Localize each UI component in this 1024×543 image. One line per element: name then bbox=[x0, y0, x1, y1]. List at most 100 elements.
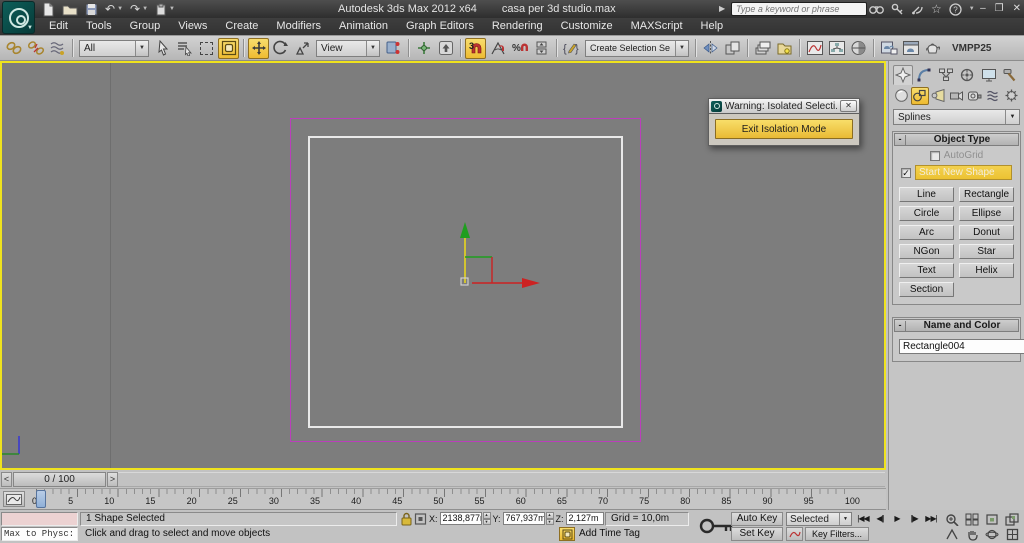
set-key-button[interactable]: Set Key bbox=[731, 527, 783, 541]
next-frame-arrow[interactable]: > bbox=[107, 472, 118, 487]
zoom-extents-icon[interactable] bbox=[983, 512, 1001, 526]
motion-tab[interactable] bbox=[958, 65, 978, 85]
reference-coordinate-system-dropdown[interactable]: View ▼ bbox=[316, 40, 380, 57]
object-type-button[interactable]: NGon bbox=[899, 244, 954, 259]
time-slider-handle[interactable]: 0 / 100 bbox=[13, 472, 106, 487]
undo-icon[interactable]: ↶▼ bbox=[105, 2, 123, 16]
object-type-button[interactable]: Line bbox=[899, 187, 954, 202]
menu-item[interactable]: Graph Editors bbox=[397, 18, 483, 35]
dialog-close-icon[interactable]: ✕ bbox=[840, 100, 857, 112]
playback-button[interactable]: ▶▶| bbox=[923, 512, 939, 526]
menu-item[interactable]: Group bbox=[121, 18, 170, 35]
name-and-color-rollout-header[interactable]: - Name and Color bbox=[894, 319, 1019, 332]
select-and-link-icon[interactable] bbox=[3, 38, 24, 59]
create-tab[interactable] bbox=[893, 65, 913, 85]
favorites-star-icon[interactable]: ☆ bbox=[931, 2, 942, 16]
restore-button[interactable]: ❐ bbox=[995, 3, 1004, 14]
project-folder-icon[interactable]: ▼ bbox=[155, 3, 175, 16]
rectangular-selection-region-icon[interactable] bbox=[196, 38, 217, 59]
default-in-out-tangents-icon[interactable] bbox=[786, 527, 803, 541]
select-and-manipulate-button[interactable] bbox=[413, 38, 434, 59]
angle-snap-toggle[interactable] bbox=[487, 38, 508, 59]
menu-item[interactable]: Create bbox=[216, 18, 267, 35]
search-binoculars-icon[interactable] bbox=[869, 3, 884, 15]
macro-recorder-box[interactable] bbox=[1, 512, 78, 526]
gizmo-x-arrowhead[interactable] bbox=[522, 278, 540, 288]
keyboard-shortcut-override-toggle[interactable] bbox=[435, 38, 456, 59]
start-new-shape-checkbox[interactable]: ✓ bbox=[901, 168, 911, 178]
material-editor-button[interactable] bbox=[848, 38, 869, 59]
z-coordinate-field[interactable]: 2,127m bbox=[566, 512, 604, 525]
zoom-extents-all-icon[interactable] bbox=[1003, 512, 1021, 526]
menu-item[interactable]: Animation bbox=[330, 18, 397, 35]
dialog-titlebar[interactable]: Warning: Isolated Selecti... ✕ bbox=[708, 98, 860, 114]
dropdown-arrow-icon[interactable]: ▼ bbox=[675, 41, 688, 56]
selection-lock-icon[interactable] bbox=[400, 512, 413, 526]
object-type-rollout-header[interactable]: - Object Type bbox=[894, 133, 1019, 146]
open-file-icon[interactable] bbox=[62, 3, 78, 16]
menu-item[interactable]: Rendering bbox=[483, 18, 552, 35]
rendered-frame-window-button[interactable] bbox=[900, 38, 921, 59]
unlink-selection-icon[interactable] bbox=[25, 38, 46, 59]
start-new-shape-label[interactable]: Start New Shape bbox=[915, 165, 1012, 180]
select-object-icon[interactable] bbox=[152, 38, 173, 59]
shape-category-dropdown[interactable]: Splines ▼ bbox=[893, 109, 1020, 125]
bind-to-space-warp-icon[interactable] bbox=[47, 38, 68, 59]
dropdown-arrow-icon[interactable]: ▼ bbox=[839, 513, 851, 525]
percent-snap-toggle[interactable]: % bbox=[509, 38, 530, 59]
curve-editor-button[interactable] bbox=[804, 38, 825, 59]
project-flyout-arrow[interactable]: ▼ bbox=[169, 6, 175, 12]
object-type-button[interactable]: Rectangle bbox=[959, 187, 1014, 202]
menu-item[interactable]: Modifiers bbox=[267, 18, 330, 35]
new-scene-icon[interactable] bbox=[42, 2, 55, 17]
display-tab[interactable] bbox=[979, 65, 999, 85]
infocenter-flyout-arrow[interactable]: ▶ bbox=[719, 4, 725, 13]
named-selection-sets-dropdown[interactable]: Create Selection Se ▼ bbox=[585, 40, 689, 57]
object-type-button[interactable]: Circle bbox=[899, 206, 954, 221]
select-by-name-icon[interactable] bbox=[174, 38, 195, 59]
systems-subtab[interactable] bbox=[1003, 87, 1020, 105]
manage-layers-button[interactable] bbox=[752, 38, 773, 59]
time-slider-track[interactable] bbox=[118, 472, 885, 487]
menu-item[interactable]: Tools bbox=[77, 18, 121, 35]
playback-button[interactable]: ◀|| bbox=[872, 512, 888, 526]
maximize-viewport-toggle-icon[interactable] bbox=[1003, 527, 1021, 541]
utilities-tab[interactable] bbox=[1001, 65, 1021, 85]
playback-button[interactable]: ||▶ bbox=[906, 512, 922, 526]
edit-named-selection-sets-button[interactable]: {} bbox=[561, 38, 582, 59]
x-spinner[interactable]: ▲▼ bbox=[483, 512, 491, 525]
menu-item[interactable]: MAXScript bbox=[622, 18, 692, 35]
object-type-button[interactable]: Star bbox=[959, 244, 1014, 259]
help-icon[interactable]: ? bbox=[949, 3, 962, 16]
menu-item[interactable]: Customize bbox=[552, 18, 622, 35]
collapse-icon[interactable]: - bbox=[895, 321, 906, 331]
field-of-view-icon[interactable] bbox=[943, 527, 961, 541]
spinner-snap-toggle[interactable] bbox=[531, 38, 552, 59]
key-mode-dropdown[interactable]: Selected ▼ bbox=[786, 512, 852, 526]
hierarchy-tab[interactable] bbox=[936, 65, 956, 85]
mini-curve-editor-button[interactable] bbox=[3, 491, 25, 507]
modify-tab[interactable] bbox=[915, 65, 935, 85]
object-type-button[interactable]: Text bbox=[899, 263, 954, 278]
lights-subtab[interactable] bbox=[930, 87, 947, 105]
y-coordinate-field[interactable]: 767,937m bbox=[503, 512, 545, 525]
x-coordinate-field[interactable]: 2138,877m bbox=[440, 512, 482, 525]
dropdown-arrow-icon[interactable]: ▼ bbox=[135, 41, 148, 56]
playback-button[interactable]: |◀◀ bbox=[855, 512, 871, 526]
redo-icon[interactable]: ↷▼ bbox=[130, 2, 148, 16]
y-spinner[interactable]: ▲▼ bbox=[546, 512, 554, 525]
communication-center-icon[interactable] bbox=[911, 3, 924, 15]
select-and-rotate-button[interactable] bbox=[270, 38, 291, 59]
isolate-selection-toggle[interactable] bbox=[559, 527, 575, 541]
object-type-button[interactable]: Arc bbox=[899, 225, 954, 240]
help-flyout-arrow[interactable]: ▼ bbox=[969, 6, 975, 12]
window-crossing-toggle[interactable] bbox=[218, 38, 239, 59]
zoom-all-icon[interactable] bbox=[963, 512, 981, 526]
shapes-subtab[interactable] bbox=[911, 87, 928, 105]
helpers-subtab[interactable] bbox=[966, 87, 983, 105]
key-filters-button[interactable]: Key Filters... bbox=[805, 527, 869, 541]
orbit-icon[interactable] bbox=[983, 527, 1001, 541]
exit-isolation-mode-button[interactable]: Exit Isolation Mode bbox=[715, 119, 853, 139]
menu-item[interactable]: Views bbox=[169, 18, 216, 35]
object-type-button[interactable]: Section bbox=[899, 282, 954, 297]
